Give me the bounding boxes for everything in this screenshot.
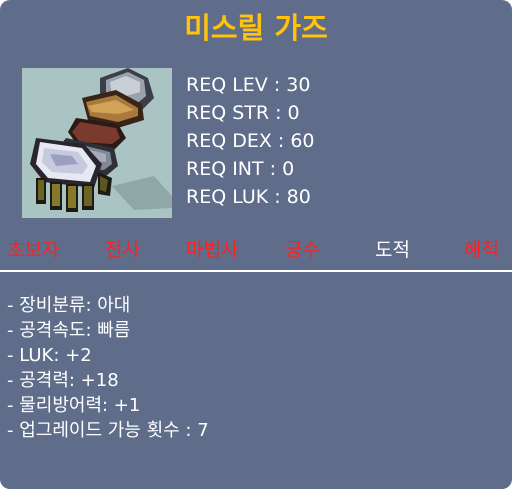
job-pirate: 해적: [464, 239, 499, 261]
item-icon-frame: [22, 68, 172, 218]
req-dex: REQ DEX : 60: [186, 130, 315, 152]
stat-weapon-defense: - 물리방어력: +1: [7, 395, 141, 416]
job-bowman: 궁수: [285, 239, 320, 261]
job-beginner: 초보자: [7, 239, 60, 261]
stat-attack-speed: - 공격속도: 빠름: [7, 320, 131, 341]
job-list: 초보자 전사 마법사 궁수 도적 해적: [0, 236, 512, 264]
item-tooltip: 미스릴 가즈 REQ LEV: 30 REQ STR: 0 REQ DEX …: [0, 0, 512, 489]
stat-equip-category: - 장비분류: 아대: [7, 295, 131, 316]
job-thief: 도적: [375, 239, 410, 261]
requirements-list: REQ LEV : 30 REQ STR : 0 REQ DEX : 60 RE…: [186, 71, 315, 211]
mithril-garnet-glove-icon: [30, 68, 172, 212]
divider: [0, 270, 512, 272]
job-warrior: 전사: [105, 239, 140, 261]
req-level: REQ LEV : 30: [186, 74, 311, 96]
stat-attack: - 공격력: +18: [7, 370, 119, 391]
stat-upgrade-slots: - 업그레이드 가능 횟수 : 7: [7, 420, 209, 441]
job-magician: 마법사: [186, 239, 239, 261]
item-name: 미스릴 가즈: [184, 11, 328, 45]
item-stats-list: - 장비분류: 아대 - 공격속도: 빠름 - LUK: +2 - 공격력: +…: [7, 293, 209, 443]
req-str: REQ STR : 0: [186, 102, 300, 124]
stat-luk: - LUK: +2: [7, 345, 92, 366]
req-int: REQ INT : 0: [186, 158, 295, 180]
req-luk: REQ LUK : 80: [186, 186, 311, 208]
